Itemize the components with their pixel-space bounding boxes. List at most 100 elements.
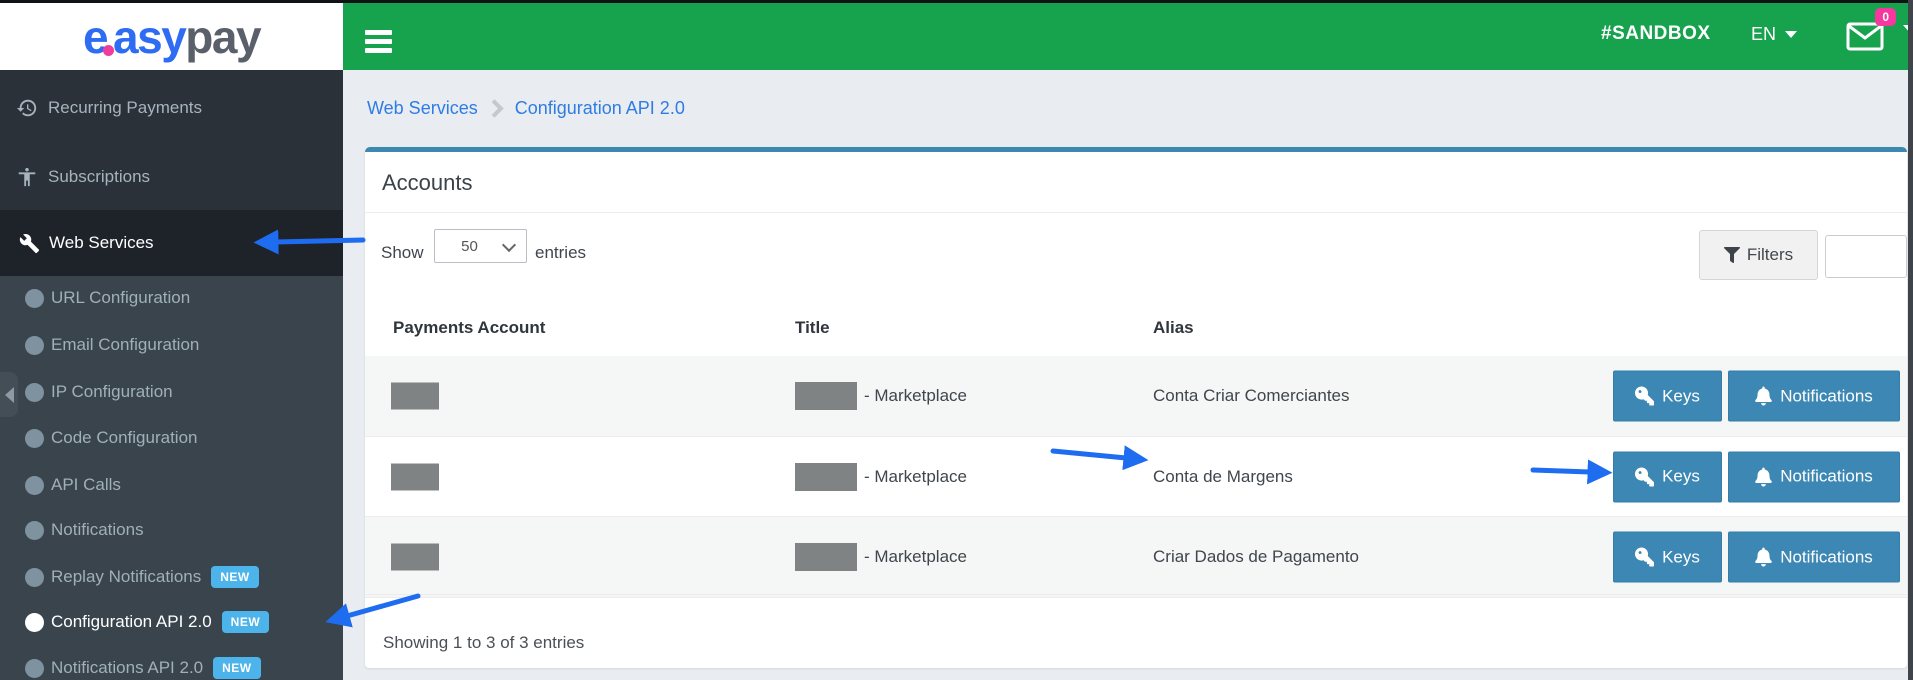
keys-button[interactable]: Keys bbox=[1613, 370, 1722, 422]
content-area: Web Services Configuration API 2.0 Accou… bbox=[343, 70, 1913, 680]
breadcrumb: Web Services Configuration API 2.0 bbox=[367, 98, 685, 119]
sidebar: Recurring Payments Subscriptions Web Ser… bbox=[0, 70, 343, 680]
history-icon bbox=[16, 99, 37, 117]
sidebar-item-label: Recurring Payments bbox=[48, 98, 203, 117]
messages-button[interactable]: 0 bbox=[1846, 8, 1896, 51]
chevron-right-icon bbox=[485, 99, 504, 118]
table-row: - Marketplace Conta Criar Comerciantes K… bbox=[365, 356, 1907, 437]
bell-icon bbox=[1755, 467, 1772, 486]
bullet-icon bbox=[25, 335, 44, 355]
sidebar-collapse-handle[interactable] bbox=[0, 372, 18, 417]
bullet-icon bbox=[25, 658, 44, 678]
table-row: - Marketplace Criar Dados de Pagamento K… bbox=[365, 517, 1907, 598]
keys-button-label: Keys bbox=[1662, 466, 1700, 486]
title-cell: - Marketplace bbox=[864, 466, 967, 486]
key-icon bbox=[1635, 467, 1655, 486]
bullet-icon bbox=[25, 520, 44, 540]
person-icon bbox=[18, 167, 36, 187]
sidebar-item-ip-configuration[interactable]: IP Configuration bbox=[0, 379, 343, 405]
sidebar-item-url-configuration[interactable]: URL Configuration bbox=[0, 285, 343, 311]
sidebar-item-label: Subscriptions bbox=[48, 167, 151, 186]
page-size-select[interactable]: 50 bbox=[434, 229, 527, 263]
bell-icon bbox=[1755, 386, 1772, 406]
notifications-button[interactable]: Notifications bbox=[1728, 531, 1900, 583]
sidebar-item-api-calls[interactable]: API Calls bbox=[0, 472, 343, 498]
show-label: Show bbox=[381, 243, 424, 262]
sidebar-item-subscriptions[interactable]: Subscriptions bbox=[0, 162, 343, 192]
redacted-payments-account bbox=[391, 463, 439, 490]
sidebar-item-label: Replay Notifications bbox=[51, 567, 202, 586]
language-dropdown[interactable]: EN bbox=[1751, 24, 1798, 45]
sidebar-item-label: API Calls bbox=[51, 475, 121, 494]
window-top-edge bbox=[0, 0, 1913, 3]
vertical-scrollbar[interactable] bbox=[1908, 0, 1913, 680]
alias-cell: Conta Criar Comerciantes bbox=[1153, 386, 1350, 405]
sidebar-item-notifications-api-2-0[interactable]: Notifications API 2.0 NEW bbox=[0, 655, 343, 680]
divider bbox=[365, 594, 1907, 595]
wrench-icon bbox=[19, 233, 40, 253]
key-icon bbox=[1635, 386, 1655, 406]
sidebar-item-configuration-api-2-0[interactable]: Configuration API 2.0 NEW bbox=[0, 609, 343, 635]
filters-button[interactable]: Filters bbox=[1699, 230, 1818, 280]
sidebar-item-label: Configuration API 2.0 bbox=[51, 612, 212, 631]
language-label: EN bbox=[1751, 24, 1777, 44]
easypay-app-window: e asypay #SANDBOX EN 0 Recurring Payment… bbox=[0, 0, 1913, 680]
logo-dot-icon bbox=[103, 44, 115, 56]
keys-button[interactable]: Keys bbox=[1613, 451, 1722, 502]
notifications-button[interactable]: Notifications bbox=[1728, 451, 1900, 502]
new-badge: NEW bbox=[211, 566, 259, 588]
page-size-value: 50 bbox=[461, 237, 478, 255]
sidebar-item-replay-notifications[interactable]: Replay Notifications NEW bbox=[0, 564, 343, 590]
table-row: - Marketplace Conta de Margens Keys Noti… bbox=[365, 437, 1907, 517]
funnel-icon bbox=[1723, 247, 1740, 263]
redacted-payments-account bbox=[391, 543, 439, 571]
keys-button[interactable]: Keys bbox=[1613, 531, 1722, 583]
bullet-icon bbox=[25, 288, 44, 308]
breadcrumb-configuration-api-link[interactable]: Configuration API 2.0 bbox=[515, 98, 685, 119]
sidebar-item-label: Web Services bbox=[49, 233, 154, 252]
sidebar-item-web-services[interactable]: Web Services bbox=[0, 210, 343, 276]
sidebar-item-recurring-payments[interactable]: Recurring Payments bbox=[0, 93, 343, 123]
sidebar-item-code-configuration[interactable]: Code Configuration bbox=[0, 425, 343, 451]
easypay-logo[interactable]: e asypay bbox=[0, 3, 343, 70]
title-cell: - Marketplace bbox=[864, 547, 967, 566]
caret-left-icon bbox=[5, 386, 14, 403]
new-badge: NEW bbox=[213, 657, 261, 679]
search-input[interactable] bbox=[1825, 235, 1907, 278]
accounts-panel: Accounts Show 50 entries Filters Payment… bbox=[365, 147, 1907, 668]
entries-label: entries bbox=[535, 243, 587, 262]
sidebar-item-label: Notifications API 2.0 bbox=[51, 658, 204, 677]
column-header-title: Title bbox=[795, 318, 830, 337]
key-icon bbox=[1635, 547, 1655, 567]
bullet-icon bbox=[25, 428, 44, 448]
new-badge: NEW bbox=[221, 611, 270, 633]
sidebar-item-label: Notifications bbox=[51, 520, 144, 539]
bullet-icon bbox=[25, 382, 44, 402]
sidebar-item-email-configuration[interactable]: Email Configuration bbox=[0, 332, 343, 358]
keys-button-label: Keys bbox=[1662, 386, 1700, 405]
sidebar-item-label: Email Configuration bbox=[51, 335, 200, 354]
notifications-button-label: Notifications bbox=[1780, 386, 1873, 405]
bullet-icon bbox=[25, 612, 44, 632]
notifications-button-label: Notifications bbox=[1780, 547, 1873, 566]
notifications-button[interactable]: Notifications bbox=[1728, 370, 1900, 422]
sidebar-item-label: IP Configuration bbox=[51, 382, 173, 401]
logo-text: e asypay bbox=[82, 10, 262, 63]
envelope-icon bbox=[1846, 22, 1884, 51]
title-cell: - Marketplace bbox=[864, 386, 967, 405]
filters-label: Filters bbox=[1746, 245, 1794, 264]
bullet-icon bbox=[25, 475, 44, 495]
menu-toggle-icon[interactable] bbox=[365, 30, 392, 55]
notifications-button-label: Notifications bbox=[1780, 466, 1873, 486]
table-footer-summary: Showing 1 to 3 of 3 entries bbox=[383, 633, 585, 652]
redacted-title-prefix bbox=[795, 382, 857, 410]
alias-cell: Criar Dados de Pagamento bbox=[1153, 547, 1360, 566]
bullet-icon bbox=[25, 567, 44, 587]
app-header: e asypay #SANDBOX EN 0 bbox=[0, 3, 1913, 70]
redacted-payments-account bbox=[391, 382, 439, 410]
breadcrumb-web-services-link[interactable]: Web Services bbox=[367, 98, 478, 119]
sidebar-item-notifications[interactable]: Notifications bbox=[0, 517, 343, 543]
keys-button-label: Keys bbox=[1662, 547, 1700, 566]
redacted-title-prefix bbox=[795, 543, 857, 571]
caret-down-icon bbox=[1785, 31, 1798, 38]
